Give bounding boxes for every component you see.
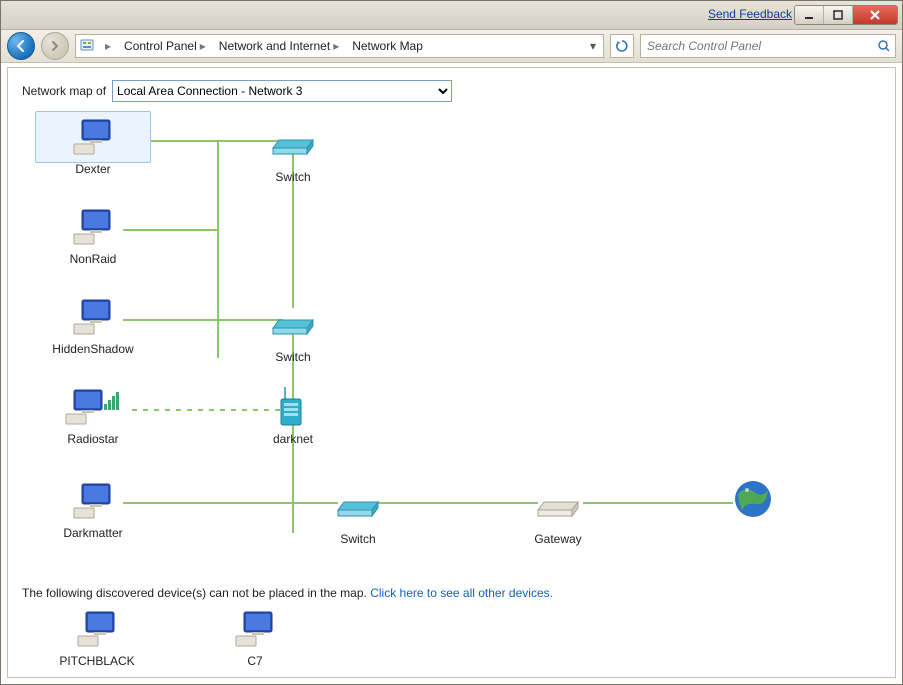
back-button[interactable] xyxy=(7,32,35,60)
connection-select[interactable]: Local Area Connection - Network 3 xyxy=(112,80,452,102)
computer-icon xyxy=(74,608,120,650)
send-feedback-link[interactable]: Send Feedback xyxy=(708,7,792,21)
node-darknet[interactable]: darknet xyxy=(238,384,348,446)
node-darkmatter[interactable]: Darkmatter xyxy=(38,478,148,540)
computer-icon xyxy=(70,480,116,522)
unplaced-pitchblack[interactable]: PITCHBLACK xyxy=(42,606,152,668)
forward-button[interactable] xyxy=(41,32,69,60)
unplaced-section: The following discovered device(s) can n… xyxy=(8,580,895,668)
node-label: Darkmatter xyxy=(38,526,148,540)
window-controls xyxy=(794,5,898,25)
control-panel-icon xyxy=(78,37,96,55)
selector-label: Network map of xyxy=(22,84,106,98)
computer-icon xyxy=(70,116,116,158)
close-button[interactable] xyxy=(853,6,897,24)
computer-icon xyxy=(70,296,116,338)
node-label: Switch xyxy=(238,170,348,184)
search-box[interactable] xyxy=(640,34,896,58)
node-radiostar[interactable]: Radiostar xyxy=(38,384,148,446)
see-all-devices-link[interactable]: Click here to see all other devices. xyxy=(370,586,553,600)
breadcrumb-item-2[interactable]: Network Map xyxy=(348,35,427,57)
refresh-button[interactable] xyxy=(610,34,634,58)
window: Send Feedback ▸ Control Panel▸ xyxy=(0,0,903,685)
unplaced-c7[interactable]: C7 xyxy=(200,606,310,668)
node-label: C7 xyxy=(200,654,310,668)
switch-icon xyxy=(269,130,317,160)
node-label: Switch xyxy=(238,350,348,364)
computer-icon xyxy=(70,206,116,248)
node-label: Switch xyxy=(303,532,413,546)
address-dropdown[interactable]: ▾ xyxy=(585,39,601,53)
breadcrumb-item-1[interactable]: Network and Internet▸ xyxy=(215,35,346,57)
node-internet[interactable] xyxy=(698,476,808,524)
selector-row: Network map of Local Area Connection - N… xyxy=(8,68,895,108)
breadcrumb-bar[interactable]: ▸ Control Panel▸ Network and Internet▸ N… xyxy=(75,34,604,58)
node-switch-3[interactable]: Switch xyxy=(303,484,413,546)
content-pane: Network map of Local Area Connection - N… xyxy=(7,67,896,678)
computer-icon xyxy=(232,608,278,650)
node-label: darknet xyxy=(238,432,348,446)
switch-icon xyxy=(334,492,382,522)
switch-icon xyxy=(269,310,317,340)
titlebar: Send Feedback xyxy=(1,1,902,30)
node-gateway[interactable]: Gateway xyxy=(503,484,613,546)
minimize-button[interactable] xyxy=(795,6,824,24)
search-input[interactable] xyxy=(645,38,877,54)
node-nonraid[interactable]: NonRaid xyxy=(38,204,148,266)
node-hiddenshadow[interactable]: HiddenShadow xyxy=(38,294,148,356)
node-label: PITCHBLACK xyxy=(42,654,152,668)
computer-wifi-icon xyxy=(64,386,122,428)
node-switch-2[interactable]: Switch xyxy=(238,302,348,364)
node-switch-1[interactable]: Switch xyxy=(238,122,348,184)
node-label: NonRaid xyxy=(38,252,148,266)
breadcrumb-root-chevron[interactable]: ▸ xyxy=(98,35,118,57)
node-dexter[interactable]: Dexter xyxy=(38,114,148,176)
node-label: Radiostar xyxy=(38,432,148,446)
router-icon xyxy=(273,385,313,429)
network-map: Dexter NonRaid HiddenShadow xyxy=(18,108,885,580)
node-label: HiddenShadow xyxy=(38,342,148,356)
gateway-icon xyxy=(534,492,582,522)
node-label: Gateway xyxy=(503,532,613,546)
search-icon[interactable] xyxy=(877,39,891,53)
navbar: ▸ Control Panel▸ Network and Internet▸ N… xyxy=(1,30,902,63)
globe-icon xyxy=(732,478,774,520)
breadcrumb-item-0[interactable]: Control Panel▸ xyxy=(120,35,213,57)
maximize-button[interactable] xyxy=(824,6,853,24)
unplaced-message: The following discovered device(s) can n… xyxy=(22,586,367,600)
node-label: Dexter xyxy=(38,162,148,176)
